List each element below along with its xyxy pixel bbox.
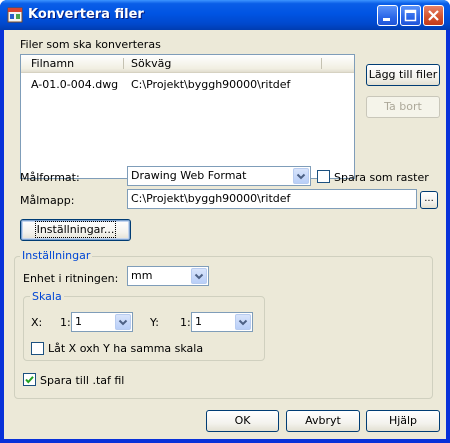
close-button[interactable] [423, 5, 444, 26]
target-folder-input[interactable]: C:\Projekt\byggh90000\ritdef [127, 189, 417, 209]
minimize-icon [383, 18, 390, 21]
save-as-raster-label: Spara som raster [334, 171, 429, 184]
browse-folder-button[interactable]: ... [420, 191, 438, 209]
file-list[interactable]: Filnamn Sökväg A-01.0-004.dwg C:\Projekt… [20, 54, 355, 179]
same-scale-checkbox[interactable] [31, 342, 44, 355]
target-folder-value: C:\Projekt\byggh90000\ritdef [131, 192, 291, 205]
column-separator [321, 58, 322, 69]
files-section-label: Filer som ska konverteras [20, 38, 161, 51]
unit-select[interactable]: mm [127, 266, 209, 286]
close-icon [428, 10, 439, 21]
chevron-down-icon[interactable] [191, 268, 207, 284]
save-taf-checkbox[interactable] [23, 373, 36, 386]
maximize-button[interactable] [400, 5, 421, 26]
scale-y-value: 1 [195, 315, 202, 328]
cancel-button[interactable]: Avbryt [286, 410, 360, 432]
save-taf-label: Spara till .taf fil [40, 374, 125, 387]
scale-x-value: 1 [75, 315, 82, 328]
target-format-select[interactable]: Drawing Web Format [127, 166, 311, 186]
title-bar[interactable]: Konvertera filer [0, 0, 450, 30]
unit-label: Enhet i ritningen: [23, 272, 119, 285]
target-folder-label: Målmapp: [20, 194, 75, 207]
app-icon [7, 7, 23, 23]
unit-value: mm [131, 269, 153, 282]
column-filename[interactable]: Filnamn [31, 57, 74, 70]
scale-x-label: X: [31, 316, 43, 329]
dialog-window: Konvertera filer Filer som ska konverter… [0, 0, 450, 443]
chevron-down-icon[interactable] [115, 314, 131, 330]
ok-button[interactable]: OK [206, 410, 279, 432]
scale-y-select[interactable]: 1 [191, 312, 253, 332]
help-button[interactable]: Hjälp [366, 410, 440, 432]
file-row-path[interactable]: C:\Projekt\byggh90000\ritdef [131, 78, 290, 91]
add-files-button[interactable]: Lägg till filer [366, 64, 440, 86]
scale-x-select[interactable]: 1 [71, 312, 133, 332]
scale-y-label: Y: [150, 316, 159, 329]
dialog-body: Filer som ska konverteras Filnamn Sökväg… [4, 30, 446, 439]
window-title: Konvertera filer [28, 7, 144, 22]
settings-group-legend: Inställningar [20, 249, 93, 262]
target-format-value: Drawing Web Format [131, 169, 247, 182]
save-as-raster-checkbox[interactable] [317, 170, 330, 183]
minimize-button[interactable] [377, 5, 398, 26]
checkmark-icon [25, 376, 34, 384]
chevron-down-icon[interactable] [235, 314, 251, 330]
settings-button-label: Inställningar... [34, 221, 117, 238]
file-row-filename[interactable]: A-01.0-004.dwg [31, 78, 118, 91]
scale-y-prefix: 1: [180, 316, 191, 329]
scale-x-prefix: 1: [60, 316, 71, 329]
settings-button[interactable]: Inställningar... [20, 219, 131, 241]
remove-button[interactable]: Ta bort [366, 96, 440, 118]
target-format-label: Målformat: [20, 171, 80, 184]
column-path[interactable]: Sökväg [131, 57, 171, 70]
scale-group-legend: Skala [30, 290, 64, 303]
chevron-down-icon[interactable] [293, 168, 309, 184]
column-separator [123, 58, 124, 69]
same-scale-label: Låt X oxh Y ha samma skala [48, 342, 204, 355]
file-list-header: Filnamn Sökväg [21, 55, 354, 73]
maximize-icon [404, 9, 417, 22]
